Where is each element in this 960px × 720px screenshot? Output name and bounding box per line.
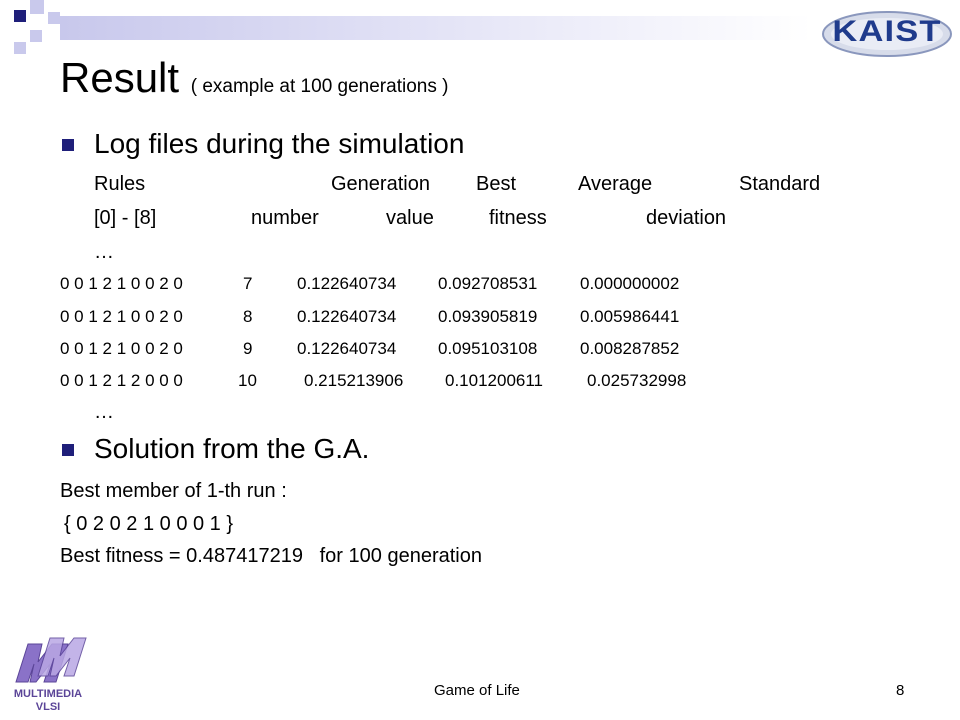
title-subtitle: ( example at 100 generations ) [190, 76, 449, 97]
cell-best: 0.122640734 [297, 339, 397, 358]
col-subheader-deviation: deviation [646, 207, 727, 229]
col-header-average: Average [578, 173, 653, 195]
cell-generation: 10 [238, 371, 257, 390]
col-subheader-fitness: fitness [489, 207, 547, 229]
decor-square [14, 10, 26, 22]
cell-average: 0.101200611 [445, 371, 544, 390]
ellipsis-bottom: … [94, 401, 114, 423]
best-member-value: { 0 2 0 2 1 0 0 0 1 } [64, 513, 234, 535]
decor-square [30, 30, 42, 42]
cell-best: 0.122640734 [297, 307, 397, 326]
cell-stddev: 0.000000002 [580, 274, 680, 293]
title-main: Result [60, 54, 180, 101]
col-header-generation: Generation [331, 173, 430, 195]
page-number: 8 [896, 682, 905, 699]
cell-average: 0.095103108 [438, 339, 538, 358]
col-header-best: Best [476, 173, 517, 195]
footer-title: Game of Life [434, 682, 520, 699]
kaist-logo: KAIST [820, 4, 954, 60]
cell-generation: 8 [243, 307, 253, 326]
page-title: Result ( example at 100 generations ) [60, 52, 448, 113]
cell-rules: 0 0 1 2 1 0 0 2 0 [60, 339, 183, 358]
cell-average: 0.092708531 [438, 274, 538, 293]
multimedia-logo-line2: VLSI [35, 701, 61, 713]
ellipsis-top: … [94, 241, 114, 263]
cell-average: 0.093905819 [438, 307, 538, 326]
cell-rules: 0 0 1 2 1 0 0 2 0 [60, 274, 183, 293]
decor-square [48, 12, 60, 24]
cell-generation: 7 [243, 274, 253, 293]
best-member-label: Best member of 1-th run : [60, 480, 287, 502]
col-subheader-value: value [386, 207, 434, 229]
best-fitness-text: Best fitness = 0.487417219 for 100 gener… [60, 545, 482, 567]
cell-stddev: 0.025732998 [587, 371, 687, 390]
bullet-square-icon [62, 444, 74, 456]
col-header-rules: Rules [94, 173, 146, 195]
log-section-heading: Log files during the simulation [94, 128, 465, 159]
cell-stddev: 0.008287852 [580, 339, 680, 358]
title-bar [60, 16, 812, 40]
col-subheader-rules: [0] - [8] [94, 207, 157, 229]
decor-square [14, 42, 26, 54]
cell-best: 0.215213906 [304, 371, 404, 390]
cell-stddev: 0.005986441 [580, 307, 680, 326]
multimedia-vlsi-logo: MULTIMEDIA VLSI [8, 632, 88, 718]
multimedia-logo-line1: MULTIMEDIA [13, 688, 83, 700]
cell-rules: 0 0 1 2 1 2 0 0 0 [60, 371, 183, 390]
col-subheader-number: number [251, 207, 319, 229]
kaist-logo-text: KAIST [832, 15, 942, 48]
col-header-standard: Standard [739, 173, 821, 195]
cell-rules: 0 0 1 2 1 0 0 2 0 [60, 307, 183, 326]
decor-square [30, 0, 44, 14]
cell-best: 0.122640734 [297, 274, 397, 293]
solution-section-heading: Solution from the G.A. [94, 433, 370, 464]
cell-generation: 9 [243, 339, 253, 358]
bullet-square-icon [62, 139, 74, 151]
